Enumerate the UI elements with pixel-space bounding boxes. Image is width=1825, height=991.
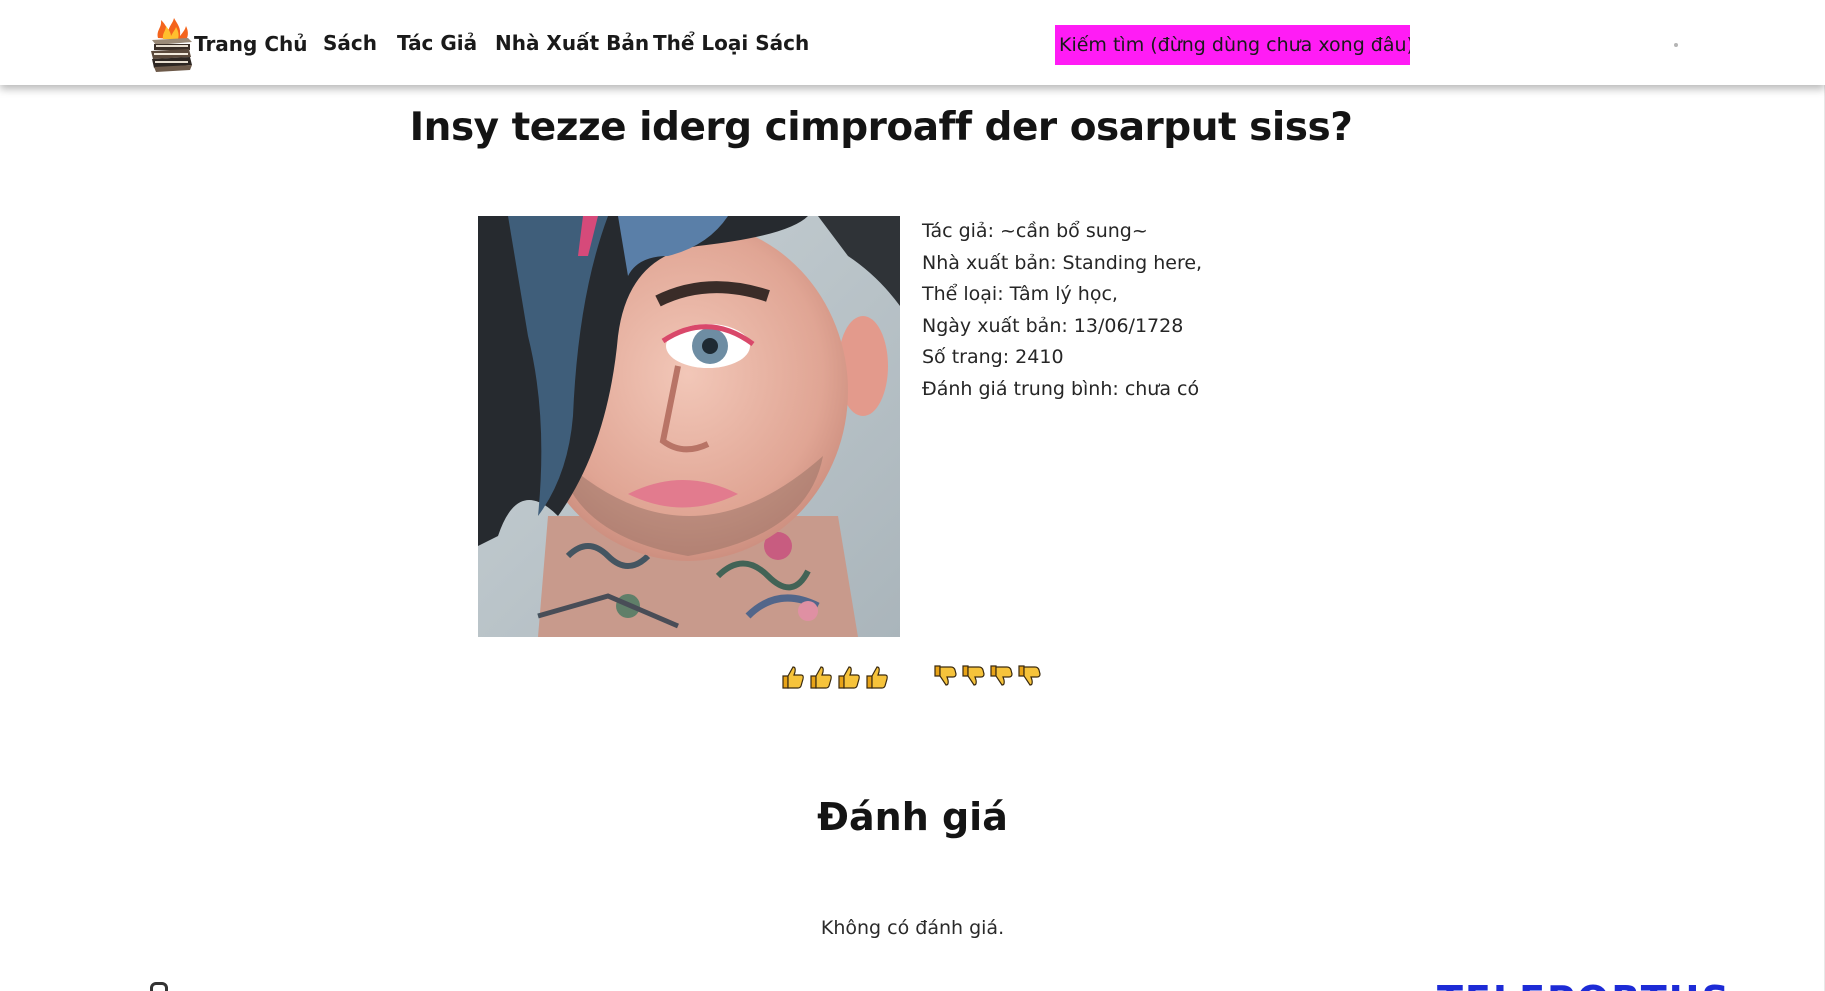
thumbs-down-icon xyxy=(1018,665,1041,686)
top-navbar: Trang Chủ Sách Tác Giả Nhà Xuất Bản Thể … xyxy=(0,0,1825,85)
book-cover-image xyxy=(478,216,900,637)
home-link[interactable]: Trang Chủ xyxy=(148,16,307,72)
nav-link-publishers[interactable]: Nhà Xuất Bản xyxy=(495,31,649,55)
footer-logo-icon xyxy=(150,982,168,991)
upvote-button[interactable] xyxy=(780,664,890,690)
home-link-label: Trang Chủ xyxy=(194,32,308,56)
thumbs-down-icon xyxy=(934,665,957,686)
thumbs-up-icon xyxy=(838,666,860,689)
no-reviews-text: Không có đánh giá. xyxy=(820,917,1005,939)
info-genre: Thể loại: Tâm lý học, xyxy=(922,283,1118,306)
nav-link-books[interactable]: Sách xyxy=(323,31,377,55)
reviews-heading: Đánh giá xyxy=(817,795,1008,839)
burning-books-logo-icon xyxy=(151,18,192,72)
info-page-count: Số trang: 2410 xyxy=(922,346,1064,369)
info-publisher: Nhà xuất bản: Standing here, xyxy=(922,251,1203,274)
thumbs-up-icon xyxy=(866,666,888,689)
book-title: Insy tezze iderg cimproaff der osarput s… xyxy=(409,105,1353,150)
downvote-button[interactable] xyxy=(932,664,1042,690)
thumbs-down-icon xyxy=(990,665,1013,686)
book-info: Tác giả: ~cần bổ sung~ Nhà xuất bản: Sta… xyxy=(922,216,1202,406)
nav-link-authors[interactable]: Tác Giả xyxy=(397,31,477,55)
thumbs-up-icon xyxy=(782,666,804,689)
search-button[interactable]: Kiếm tìm (đừng dùng chưa xong đâu) xyxy=(1055,25,1410,65)
menu-dot-icon[interactable] xyxy=(1674,43,1678,47)
page: Trang Chủ Sách Tác Giả Nhà Xuất Bản Thể … xyxy=(0,0,1825,991)
info-author: Tác giả: ~cần bổ sung~ xyxy=(922,220,1148,242)
info-publish-date: Ngày xuất bản: 13/06/1728 xyxy=(922,314,1184,337)
thumbs-up-icon xyxy=(810,666,832,689)
info-average-rating: Đánh giá trung bình: chưa có xyxy=(922,377,1200,400)
thumbs-down-icon xyxy=(962,665,985,686)
nav-link-genres[interactable]: Thể Loại Sách xyxy=(653,31,809,55)
footer-brand[interactable]: TELEPORTUS xyxy=(1437,978,1731,991)
